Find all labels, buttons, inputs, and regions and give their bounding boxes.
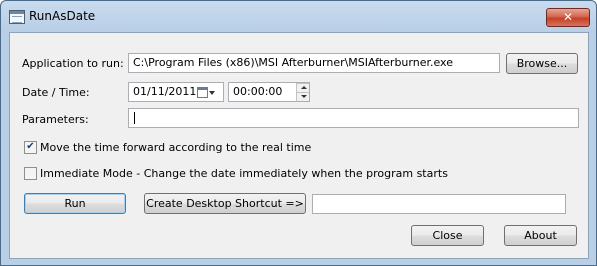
application-path-input[interactable]: C:\Program Files (x86)\MSI Afterburner\M…: [128, 53, 500, 73]
spin-down-icon[interactable]: [296, 92, 309, 101]
immediate-mode-checkbox[interactable]: [24, 167, 37, 180]
parameters-label: Parameters:: [22, 113, 89, 126]
app-window-icon: [9, 10, 25, 24]
date-time-label: Date / Time:: [22, 86, 90, 99]
browse-button[interactable]: Browse...: [506, 53, 578, 74]
about-button[interactable]: About: [504, 225, 577, 246]
immediate-mode-label[interactable]: Immediate Mode - Change the date immedia…: [40, 167, 448, 180]
move-time-label[interactable]: Move the time forward according to the r…: [40, 141, 311, 154]
close-button[interactable]: Close: [411, 225, 484, 246]
title-bar[interactable]: RunAsDate ✕: [1, 1, 596, 31]
shortcut-name-input[interactable]: [312, 194, 566, 214]
time-value: 00:00:00: [233, 85, 283, 98]
date-value: 01/11/2011: [133, 85, 197, 98]
run-button[interactable]: Run: [24, 193, 126, 214]
text-caret: [134, 112, 135, 124]
date-picker[interactable]: 01/11/2011: [128, 82, 224, 102]
move-time-checkbox[interactable]: ✔: [24, 141, 37, 154]
chevron-down-icon[interactable]: [209, 91, 215, 95]
calendar-icon[interactable]: [197, 87, 208, 98]
window-close-button[interactable]: ✕: [546, 8, 590, 27]
application-label: Application to run:: [22, 57, 124, 70]
window-title: RunAsDate: [29, 9, 96, 23]
parameters-input[interactable]: [128, 108, 579, 128]
time-spinner[interactable]: [296, 83, 309, 101]
create-desktop-shortcut-button[interactable]: Create Desktop Shortcut =>: [144, 193, 306, 214]
time-picker[interactable]: 00:00:00: [228, 82, 310, 102]
runasdate-window: RunAsDate ✕ Application to run: C:\Progr…: [0, 0, 597, 266]
dialog-client-area: Application to run: C:\Program Files (x8…: [9, 32, 589, 259]
